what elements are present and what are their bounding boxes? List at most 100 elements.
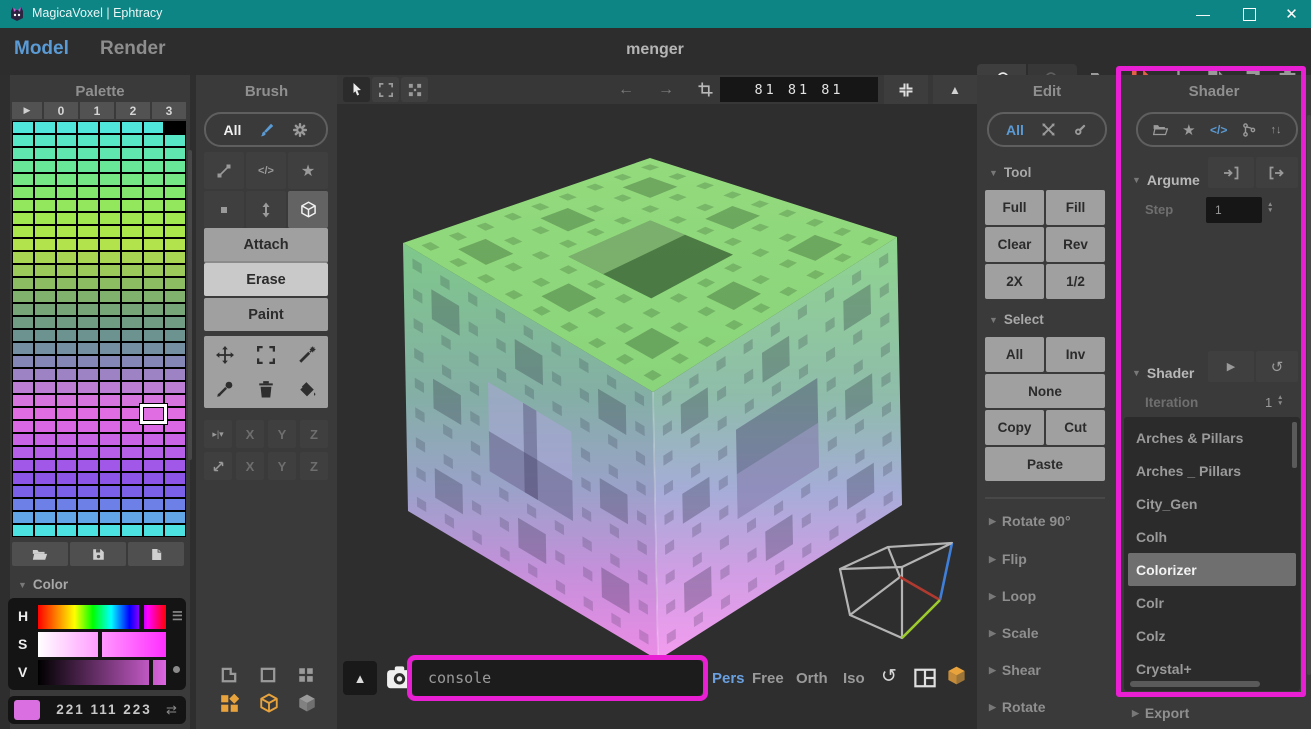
brush-tool-line[interactable] — [204, 152, 244, 189]
palette-cell[interactable] — [165, 213, 185, 224]
viewport[interactable]: ← → 81 81 81 ▲ — [337, 75, 977, 729]
palette-cell[interactable] — [78, 122, 98, 133]
palette-cell[interactable] — [78, 434, 98, 445]
mirror-toggle-button[interactable]: ▸|▾ — [204, 420, 232, 448]
tab-model[interactable]: Model — [14, 38, 69, 60]
brush-tool-pattern[interactable]: </> — [246, 152, 286, 189]
palette-cell[interactable] — [13, 213, 33, 224]
brush-icon[interactable] — [259, 122, 275, 138]
show-grid-icon[interactable] — [297, 666, 315, 684]
palette-cell[interactable] — [122, 447, 142, 458]
palette-cell[interactable] — [100, 343, 120, 354]
palette-cell[interactable] — [122, 486, 142, 497]
history-forward-button[interactable]: → — [652, 78, 680, 101]
palette-cell[interactable] — [57, 252, 77, 263]
palette-cell[interactable] — [57, 122, 77, 133]
palette-cell[interactable] — [165, 122, 185, 133]
palette-cell[interactable] — [144, 226, 164, 237]
palette-cell[interactable] — [35, 122, 55, 133]
palette-cell[interactable] — [57, 369, 77, 380]
palette-open-button[interactable] — [12, 542, 68, 566]
solid-cube-icon[interactable] — [297, 693, 317, 713]
split-view-icon[interactable] — [914, 668, 936, 688]
palette-cell[interactable] — [78, 447, 98, 458]
palette-cell[interactable] — [100, 421, 120, 432]
palette-cell[interactable] — [165, 460, 185, 471]
palette-cell[interactable] — [122, 135, 142, 146]
palette-cell[interactable] — [57, 486, 77, 497]
palette-cell[interactable] — [13, 343, 33, 354]
sat-slider[interactable] — [38, 632, 166, 657]
palette-cell[interactable] — [35, 278, 55, 289]
palette-cell[interactable] — [35, 252, 55, 263]
palette-cell[interactable] — [35, 369, 55, 380]
tool-rev-button[interactable]: Rev — [1046, 227, 1105, 262]
palette-cell[interactable] — [100, 317, 120, 328]
attach-button[interactable]: Attach — [204, 228, 328, 263]
palette-selected-cell[interactable] — [140, 404, 168, 424]
tool-2x-button[interactable]: 2X — [985, 264, 1044, 299]
palette-cell[interactable] — [78, 382, 98, 393]
palette-cell[interactable] — [13, 278, 33, 289]
palette-cell[interactable] — [35, 421, 55, 432]
palette-cell[interactable] — [35, 473, 55, 484]
palette-cell[interactable] — [144, 187, 164, 198]
palette-cell[interactable] — [13, 525, 33, 536]
history-back-button[interactable]: ← — [612, 78, 640, 101]
palette-cell[interactable] — [78, 512, 98, 523]
palette-cell[interactable] — [165, 304, 185, 315]
palette-cell[interactable] — [122, 434, 142, 445]
palette-cell[interactable] — [57, 200, 77, 211]
palette-cell[interactable] — [35, 356, 55, 367]
val-dot-icon[interactable] — [173, 666, 180, 673]
palette-cell[interactable] — [100, 265, 120, 276]
palette-cell[interactable] — [35, 148, 55, 159]
palette-cell[interactable] — [13, 187, 33, 198]
axis-y-button[interactable]: Y — [268, 452, 296, 480]
palette-cell[interactable] — [100, 512, 120, 523]
palette-cell[interactable] — [100, 434, 120, 445]
move-tool-icon[interactable] — [216, 346, 234, 364]
palette-cell[interactable] — [78, 135, 98, 146]
palette-cell[interactable] — [165, 239, 185, 250]
palette-cell[interactable] — [13, 512, 33, 523]
palette-cell[interactable] — [57, 421, 77, 432]
select-paste-button[interactable]: Paste — [985, 447, 1105, 481]
palette-cell[interactable] — [13, 499, 33, 510]
palette-cell[interactable] — [122, 356, 142, 367]
projection-orth[interactable]: Orth — [796, 670, 828, 687]
palette-cell[interactable] — [122, 499, 142, 510]
show-frame-icon[interactable] — [259, 666, 277, 684]
palette-cell[interactable] — [144, 460, 164, 471]
palette-cell[interactable] — [57, 473, 77, 484]
palette-cell[interactable] — [100, 200, 120, 211]
section-loop[interactable]: ▶Loop — [989, 588, 1036, 604]
magic-wand-icon[interactable] — [298, 346, 316, 364]
palette-cell[interactable] — [165, 343, 185, 354]
model-size-field[interactable]: 81 81 81 — [720, 77, 878, 102]
cursor-tool-button[interactable] — [343, 77, 370, 102]
palette-cell[interactable] — [100, 122, 120, 133]
palette-cell[interactable] — [144, 486, 164, 497]
select-copy-button[interactable]: Copy — [985, 410, 1044, 445]
palette-cell[interactable] — [165, 148, 185, 159]
palette-cell[interactable] — [13, 122, 33, 133]
palette-cell[interactable] — [78, 148, 98, 159]
palette-cell[interactable] — [78, 304, 98, 315]
palette-cell[interactable] — [57, 343, 77, 354]
palette-cell[interactable] — [13, 174, 33, 185]
erase-button[interactable]: Erase — [204, 263, 328, 296]
palette-cell[interactable] — [144, 304, 164, 315]
palette-scrollbar[interactable] — [188, 150, 192, 460]
palette-cell[interactable] — [165, 278, 185, 289]
palette-cell[interactable] — [100, 330, 120, 341]
palette-cell[interactable] — [35, 265, 55, 276]
palette-cell[interactable] — [35, 460, 55, 471]
palette-cell[interactable] — [100, 304, 120, 315]
palette-cell[interactable] — [165, 135, 185, 146]
palette-cell[interactable] — [100, 291, 120, 302]
palette-cell[interactable] — [57, 395, 77, 406]
palette-cell[interactable] — [122, 252, 142, 263]
palette-cell[interactable] — [13, 291, 33, 302]
palette-cell[interactable] — [100, 161, 120, 172]
